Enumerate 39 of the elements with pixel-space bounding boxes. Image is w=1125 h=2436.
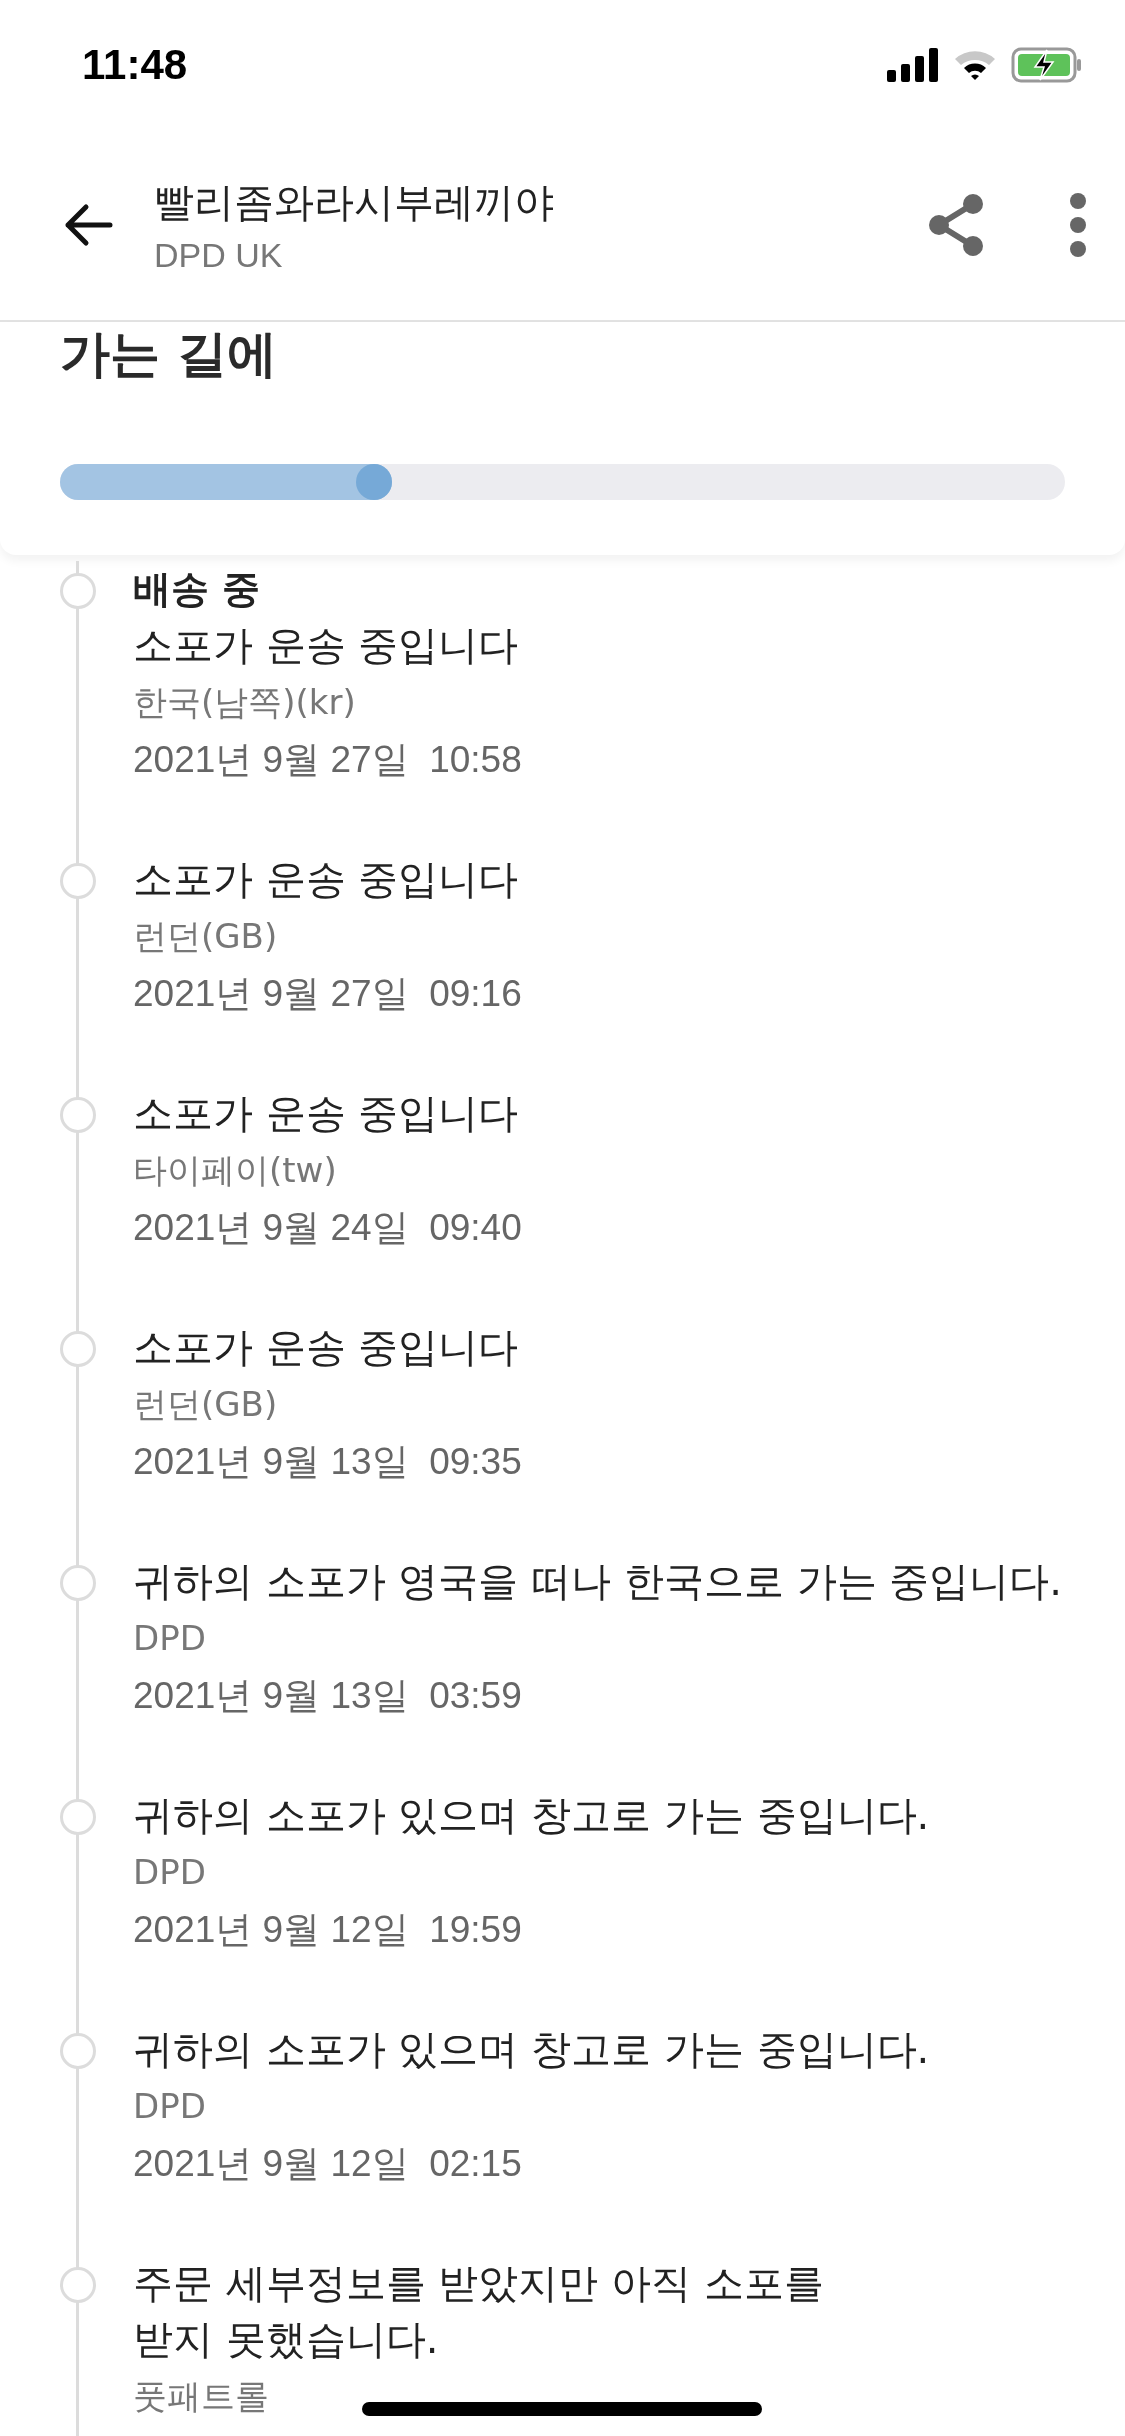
timeline-dot xyxy=(60,573,96,609)
timeline-dot xyxy=(60,863,96,899)
event-message: 귀하의 소포가 영국을 떠나 한국으로 가는 중입니다. xyxy=(133,1557,1062,1606)
event-datetime: 2021년 9월 24일 09:40 xyxy=(133,1206,522,1250)
event-datetime: 2021년 9월 27일 10:58 xyxy=(133,738,522,782)
wifi-icon xyxy=(953,49,997,81)
event-location: 한국(남쪽)(kr) xyxy=(133,681,356,724)
event-message: 소포가 운송 중입니다 xyxy=(133,855,519,904)
more-button[interactable] xyxy=(1067,192,1089,258)
event-location: DPD xyxy=(133,2085,206,2128)
event-datetime: 2021년 9월 13일 03:59 xyxy=(133,1674,522,1718)
timeline-dot xyxy=(60,1097,96,1133)
timeline-dot xyxy=(60,1565,96,1601)
event-message: 주문 세부정보를 받았지만 아직 소포를 받지 못했습니다. xyxy=(133,2259,824,2364)
event-datetime: 2021년 9월 13일 09:35 xyxy=(133,1440,522,1484)
event-location: 런던(GB) xyxy=(133,915,278,958)
event-message: 소포가 운송 중입니다 xyxy=(133,1323,519,1372)
event-location: 타이페이(tw) xyxy=(133,1149,337,1192)
event-location: 런던(GB) xyxy=(133,1383,278,1426)
timeline-dot xyxy=(60,2033,96,2069)
event-message: 귀하의 소포가 있으며 창고로 가는 중입니다. xyxy=(133,1791,930,1840)
parcel-title: 빨리좀와라시부레끼야 xyxy=(154,178,555,227)
event-location: 풋패트롤 xyxy=(133,2375,269,2418)
status-heading: 가는 길에 xyxy=(60,324,278,384)
timeline-dot xyxy=(60,2267,96,2303)
status-time: 11:48 xyxy=(82,41,188,89)
timeline-dot xyxy=(60,1331,96,1367)
event-datetime: 2021년 9월 12일 02:15 xyxy=(133,2142,522,2186)
event-datetime: 2021년 9월 27일 09:16 xyxy=(133,972,522,1016)
timeline-dot xyxy=(60,1799,96,1835)
event-datetime: 2021년 9월 12일 19:59 xyxy=(133,1908,522,1952)
carrier-name: DPD UK xyxy=(154,236,284,275)
event-status: 배송 중 xyxy=(133,566,261,613)
event-message: 소포가 운송 중입니다 xyxy=(133,621,519,670)
event-message: 귀하의 소포가 있으며 창고로 가는 중입니다. xyxy=(133,2025,930,2074)
signal-icon xyxy=(887,48,939,82)
event-location: DPD xyxy=(133,1851,206,1894)
event-message: 소포가 운송 중입니다 xyxy=(133,1089,519,1138)
event-location: DPD xyxy=(133,1617,206,1660)
